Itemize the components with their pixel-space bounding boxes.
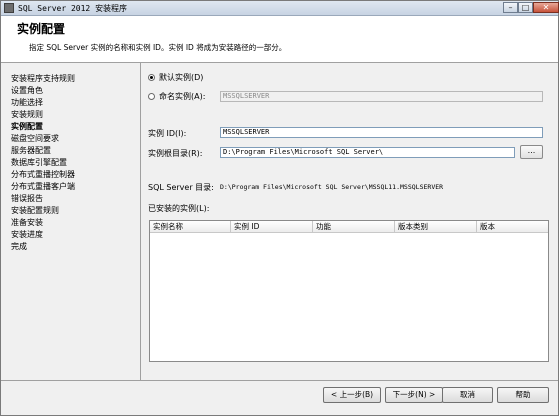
table-header: 实例名称 实例 ID 功能 版本类别 版本 [150, 221, 548, 233]
default-instance-label[interactable]: 默认实例(D) [159, 72, 203, 83]
instance-id-input[interactable]: MSSQLSERVER [220, 127, 543, 138]
sidebar-item-database-engine[interactable]: 数据库引擎配置 [11, 157, 67, 168]
sidebar-item-disk-space[interactable]: 磁盘空间要求 [11, 133, 59, 144]
named-instance-input[interactable]: MSSQLSERVER [220, 91, 543, 102]
window-title: SQL Server 2012 安装程序 [18, 4, 128, 13]
installed-instances-table[interactable]: 实例名称 实例 ID 功能 版本类别 版本 [149, 220, 549, 362]
browse-button[interactable]: ... [520, 145, 543, 159]
sqlserver-dir-label: SQL Server 目录: [148, 183, 214, 192]
sqlserver-dir-value: D:\Program Files\Microsoft SQL Server\MS… [220, 183, 444, 191]
back-button[interactable]: < 上一步(B) [323, 387, 381, 403]
sidebar-item-instance-configuration[interactable]: 实例配置 [11, 121, 43, 132]
title-bar: SQL Server 2012 安装程序 – □ ✕ [1, 1, 559, 16]
help-button[interactable]: 帮助 [497, 387, 549, 403]
instance-id-label: 实例 ID(I): [148, 129, 187, 138]
next-button[interactable]: 下一步(N) > [385, 387, 443, 403]
column-instance-id[interactable]: 实例 ID [231, 221, 313, 232]
instance-root-label: 实例根目录(R): [148, 149, 203, 158]
column-edition[interactable]: 版本类别 [395, 221, 477, 232]
cancel-button[interactable]: 取消 [442, 387, 493, 403]
instance-root-input[interactable]: D:\Program Files\Microsoft SQL Server\ [220, 147, 515, 158]
sidebar-item-setup-role[interactable]: 设置角色 [11, 85, 43, 96]
installer-window: SQL Server 2012 安装程序 – □ ✕ 实例配置 指定 SQL S… [0, 0, 559, 416]
named-instance-radio[interactable] [148, 93, 155, 100]
sidebar-item-install-progress[interactable]: 安装进度 [11, 229, 43, 240]
page-header: 实例配置 指定 SQL Server 实例的名称和实例 ID。实例 ID 将成为… [1, 16, 558, 63]
sidebar-item-setup-support-rules[interactable]: 安装程序支持规则 [11, 73, 75, 84]
close-button[interactable]: ✕ [533, 2, 559, 13]
installed-instances-label: 已安装的实例(L): [148, 204, 210, 213]
column-instance-name[interactable]: 实例名称 [150, 221, 231, 232]
sidebar-item-feature-selection[interactable]: 功能选择 [11, 97, 43, 108]
sidebar-item-config-rules[interactable]: 安装配置规则 [11, 205, 59, 216]
column-features[interactable]: 功能 [313, 221, 395, 232]
instance-config-panel: 默认实例(D) 命名实例(A): MSSQLSERVER 实例 ID(I): M… [141, 63, 558, 380]
maximize-button[interactable]: □ [518, 2, 533, 13]
page-description: 指定 SQL Server 实例的名称和实例 ID。实例 ID 将成为安装路径的… [29, 43, 287, 52]
sidebar-item-installation-rules[interactable]: 安装规则 [11, 109, 43, 120]
sidebar-item-ready-to-install[interactable]: 准备安装 [11, 217, 43, 228]
sidebar-item-server-configuration[interactable]: 服务器配置 [11, 145, 51, 156]
wizard-footer: < 上一步(B) 下一步(N) > 取消 帮助 [1, 380, 558, 416]
sidebar-item-replay-client[interactable]: 分布式重播客户端 [11, 181, 75, 192]
named-instance-label[interactable]: 命名实例(A): [159, 91, 205, 102]
sidebar-item-complete[interactable]: 完成 [11, 241, 27, 252]
sidebar-item-error-reporting[interactable]: 错误报告 [11, 193, 43, 204]
sql-server-app-icon [4, 3, 14, 13]
page-title: 实例配置 [17, 22, 66, 36]
steps-sidebar: 安装程序支持规则 设置角色 功能选择 安装规则 实例配置 磁盘空间要求 服务器配… [1, 63, 141, 380]
minimize-button[interactable]: – [503, 2, 518, 13]
default-instance-radio[interactable] [148, 74, 155, 81]
column-version[interactable]: 版本 [477, 221, 548, 232]
sidebar-item-replay-controller[interactable]: 分布式重播控制器 [11, 169, 75, 180]
